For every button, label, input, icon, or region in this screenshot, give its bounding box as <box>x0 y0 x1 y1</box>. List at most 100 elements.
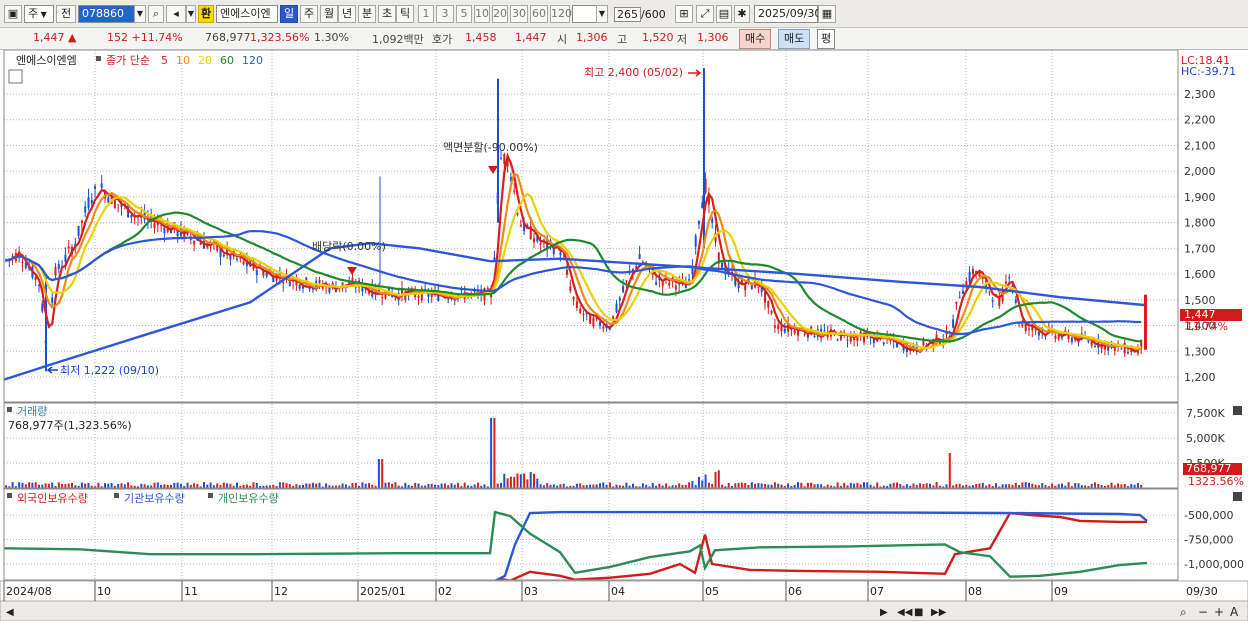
candle-body <box>625 280 628 282</box>
buy-button[interactable]: 매수 <box>739 29 772 49</box>
interval-button-30[interactable]: 30 <box>510 5 528 23</box>
volume-bar <box>1041 483 1044 488</box>
period-button-5[interactable]: 초 <box>378 5 396 23</box>
candle-body <box>87 197 90 208</box>
search-icon[interactable]: ⌕ <box>148 5 164 23</box>
volume-bar <box>1031 483 1034 488</box>
period-button-6[interactable]: 틱 <box>396 5 414 23</box>
period-button-4[interactable]: 분 <box>358 5 376 23</box>
code-dropdown-icon[interactable]: ▼ <box>134 5 146 23</box>
volume-bar <box>608 482 611 488</box>
interval-button-120[interactable]: 120 <box>550 5 572 23</box>
volume-bar <box>278 482 281 488</box>
volume-bar <box>559 484 562 488</box>
volume-bar <box>526 479 529 488</box>
volume-bar <box>1021 482 1024 488</box>
candle-body <box>638 254 641 260</box>
volume-bar <box>641 483 644 488</box>
volume-bar <box>760 483 763 488</box>
candle-body <box>846 339 849 341</box>
ma-title: 종가 단순 <box>106 54 150 67</box>
price-tick: 2,000 <box>1184 165 1216 178</box>
volume-panel-frame <box>3 402 1179 489</box>
volume-bar <box>764 483 766 488</box>
volume-bar <box>71 483 73 488</box>
avg-button[interactable]: 평 <box>817 29 836 49</box>
interval-button-10[interactable]: 10 <box>474 5 490 23</box>
candle-body <box>539 243 542 245</box>
candle-body <box>694 235 697 247</box>
volume-bar <box>384 482 387 488</box>
volume-bar <box>127 482 130 488</box>
gear-icon[interactable]: ✱ <box>734 5 750 23</box>
candle-body <box>955 301 958 304</box>
chart-type-icon[interactable]: ⊞ <box>675 5 693 23</box>
candle-body <box>1120 348 1123 350</box>
x-tick-label: 02 <box>438 585 452 598</box>
exchange-badge[interactable]: 환 <box>198 5 214 23</box>
interval-button-5[interactable]: 5 <box>456 5 472 23</box>
candle-body <box>493 257 496 260</box>
candle-body <box>1054 335 1057 339</box>
candle-body <box>503 154 506 164</box>
volume-bar <box>140 483 143 488</box>
save-icon[interactable]: ▤ <box>716 5 732 23</box>
type-select[interactable]: 주 ▼ <box>24 5 54 23</box>
period-button-2[interactable]: 월 <box>320 5 338 23</box>
period-button-0[interactable]: 일 <box>280 5 298 23</box>
volume-bar <box>18 482 21 488</box>
volume-bar <box>539 484 542 488</box>
speaker-dropdown-icon[interactable]: ▼ <box>186 5 196 23</box>
volume-bar <box>704 474 707 488</box>
volume-bar <box>863 482 865 488</box>
code-input[interactable]: 078860 <box>78 5 136 23</box>
candle-body <box>674 285 677 290</box>
count-display[interactable]: 265/600 <box>614 7 666 22</box>
volume-bar <box>810 482 813 488</box>
volume-bar <box>1077 483 1080 488</box>
window-menu-icon[interactable]: ▣ <box>4 5 22 23</box>
playback-icon-1: ◀◀ <box>897 607 913 618</box>
interval-button-60[interactable]: 60 <box>530 5 548 23</box>
stock-name-field[interactable]: 엔에스이엔 <box>216 5 278 23</box>
calendar-icon[interactable]: ▦ <box>818 5 836 23</box>
candle-body <box>308 287 311 290</box>
volume-bar <box>935 482 938 488</box>
sell-button[interactable]: 매도 <box>778 29 811 49</box>
volume-bar <box>562 483 565 488</box>
candle-body <box>262 271 265 276</box>
volume-bar <box>344 484 347 488</box>
candle-body <box>559 252 562 256</box>
candle-body <box>1008 277 1011 279</box>
candle-body <box>566 269 568 275</box>
interval-dropdown-icon[interactable]: ▼ <box>596 5 608 23</box>
period-button-1[interactable]: 주 <box>300 5 318 23</box>
date-input[interactable]: 2025/09/30 <box>754 5 821 23</box>
period-button-3[interactable]: 년 <box>338 5 356 23</box>
candle-body <box>282 282 285 284</box>
candle-body <box>767 300 770 308</box>
price-tick: 1,500 <box>1184 294 1216 307</box>
ma-line-120-trend <box>3 241 1145 381</box>
volume-bar <box>737 482 740 488</box>
volume-bar <box>61 484 64 488</box>
interval-button-20[interactable]: 20 <box>492 5 508 23</box>
volume-bar <box>226 483 229 488</box>
interval-button-1[interactable]: 1 <box>418 5 434 23</box>
prev-button[interactable]: 전 <box>56 5 76 23</box>
volume-bar <box>163 484 166 488</box>
volume-bar <box>727 483 730 488</box>
quote-bid: 1,447 <box>515 31 547 44</box>
candle-body <box>602 326 605 329</box>
interval-button-3[interactable]: 3 <box>436 5 454 23</box>
volume-bar <box>28 482 31 488</box>
volume-bar <box>318 482 321 488</box>
chart-area[interactable]: 엔에스이엔엠 종가 단순 5 10 20 60 120 LC:18.41HC:-39.712,… <box>0 50 1248 621</box>
candle-body <box>1014 299 1017 303</box>
volume-bar <box>295 484 298 488</box>
volume-bar <box>516 473 519 488</box>
playback-icon-2: ■ <box>914 607 923 618</box>
speaker-icon[interactable]: ◂ <box>166 5 186 23</box>
compare-icon[interactable]: ⤢ <box>696 5 714 23</box>
candle-body <box>1061 337 1063 339</box>
